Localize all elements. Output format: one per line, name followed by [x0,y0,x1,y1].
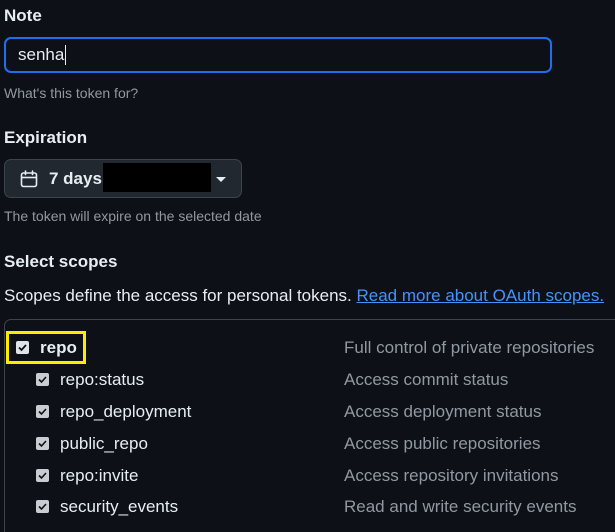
scope-row-repo-status: repo:status Access commit status [0,366,615,392]
scope-row-repo-deployment: repo_deployment Access deployment status [0,398,615,424]
repo-invite-checkbox[interactable] [36,469,49,482]
scope-name-repo-invite: repo:invite [60,466,139,485]
note-input-value: senha [18,45,65,64]
checkmark-icon [38,376,47,384]
scope-row-security-events: security_events Read and write security … [0,493,615,519]
checkmark-icon [38,472,47,480]
scope-desc-repo-status: Access commit status [344,370,509,389]
security-events-checkbox[interactable] [36,500,49,513]
scope-name-security-events: security_events [60,497,179,516]
note-label: Note [4,6,42,25]
scope-desc-security-events: Read and write security events [344,497,577,516]
scope-desc-public-repo: Access public repositories [344,434,541,453]
scope-desc-repo-deployment: Access deployment status [344,402,542,421]
scope-desc-repo: Full control of private repositories [344,338,595,357]
note-input[interactable]: senha [4,37,552,73]
repo-status-checkbox[interactable] [36,373,49,386]
redacted-block [103,163,211,192]
text-caret [65,45,67,65]
scope-desc-repo-invite: Access repository invitations [344,466,559,485]
calendar-icon [19,169,39,189]
expiration-selected: 7 days [49,168,102,188]
scope-row-repo: repo Full control of private repositorie… [0,334,615,360]
token-form: Note senha What's this token for? Expira… [0,0,615,532]
checkmark-icon [38,440,47,448]
repo-deployment-checkbox[interactable] [36,405,49,418]
expiration-label: Expiration [4,128,88,147]
oauth-scopes-link[interactable]: Read more about OAuth scopes. [357,286,605,305]
note-hint: What's this token for? [4,85,139,101]
scope-row-repo-invite: repo:invite Access repository invitation… [0,462,615,488]
repo-highlight-box [6,331,86,364]
scopes-label: Select scopes [4,252,118,271]
public-repo-checkbox[interactable] [36,437,49,450]
scope-row-public-repo: public_repo Access public repositories [0,430,615,456]
scopes-description-text: Scopes define the access for personal to… [4,286,352,305]
checkmark-icon [38,503,47,511]
scope-name-repo-deployment: repo_deployment [60,402,192,421]
caret-down-icon[interactable] [216,177,226,182]
checkmark-icon [38,408,47,416]
expiration-hint: The token will expire on the selected da… [4,208,262,224]
scopes-description: Scopes define the access for personal to… [4,286,604,306]
scope-name-repo-status: repo:status [60,370,145,389]
scope-name-public-repo: public_repo [60,434,148,453]
